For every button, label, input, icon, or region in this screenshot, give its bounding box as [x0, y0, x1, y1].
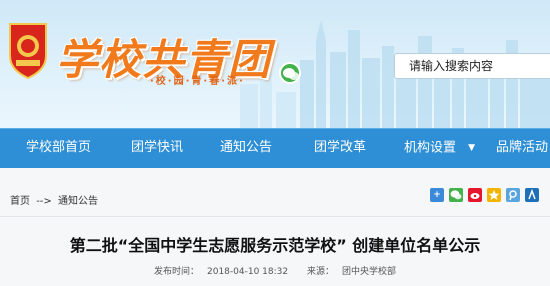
youth-league-emblem-logo — [9, 23, 47, 80]
nav-item-label: 团学改革 — [314, 140, 367, 155]
article-title: 第二批“全国中学生志愿服务示范学校” 创建单位名单公示 — [69, 236, 481, 255]
weibo-share-icon[interactable] — [468, 188, 482, 202]
publish-time-label: 发布时间： — [153, 267, 199, 277]
source-name: 团中央学校部 — [342, 267, 397, 277]
nav-item-label: 学校部首页 — [26, 140, 92, 155]
wechat-share-icon[interactable] — [449, 188, 463, 202]
source-label: 来源： — [306, 267, 334, 277]
article-area: 首页 --> 通知公告 + 第二批“全国中学生志愿服务示范学校” 创建单位名单公… — [0, 168, 550, 286]
article-meta: 发布时间： 2018-04-10 18:32 来源： 团中央学校部 — [0, 264, 550, 277]
caret-down-icon: ▼ — [468, 143, 476, 153]
nav-item-label: 团学快讯 — [131, 140, 184, 155]
breadcrumb: 首页 --> 通知公告 — [10, 192, 101, 207]
renren-share-icon[interactable] — [525, 188, 539, 202]
nav-item-organization[interactable]: 机构设置 ▼ — [404, 129, 475, 169]
publish-time: 2018-04-10 18:32 — [207, 267, 289, 277]
nav-item-home[interactable]: 学校部首页 — [26, 129, 91, 169]
nav-item-brand-activities[interactable]: 品牌活动 — [496, 129, 548, 169]
nav-item-notices[interactable]: 通知公告 — [220, 129, 272, 169]
site-slogan: ·校·园·青·春·派· — [150, 76, 245, 87]
plus-share-icon[interactable]: + — [430, 188, 444, 202]
main-nav: 学校部首页 团学快讯 通知公告 团学改革 机构设置 ▼ 品牌活动 — [0, 128, 550, 168]
breadcrumb-home-link[interactable]: 首页 — [10, 196, 30, 207]
breadcrumb-current-link[interactable]: 通知公告 — [58, 196, 98, 207]
header-banner: 学校共青团 ·校·园·青·春·派· 请输入搜索内容 — [0, 0, 550, 128]
qzone-share-icon[interactable] — [487, 188, 501, 202]
nav-item-label: 通知公告 — [220, 140, 273, 155]
nav-item-label: 机构设置 — [404, 140, 457, 156]
search-input[interactable]: 请输入搜索内容 — [394, 53, 550, 79]
divider — [0, 216, 550, 217]
tencent-weibo-icon[interactable] — [506, 188, 520, 202]
nav-item-news[interactable]: 团学快讯 — [131, 129, 183, 169]
breadcrumb-separator: --> — [36, 196, 52, 207]
nav-item-label: 品牌活动 — [496, 140, 549, 155]
nav-item-reform[interactable]: 团学改革 — [314, 129, 366, 169]
wechat-icon[interactable] — [279, 62, 301, 84]
